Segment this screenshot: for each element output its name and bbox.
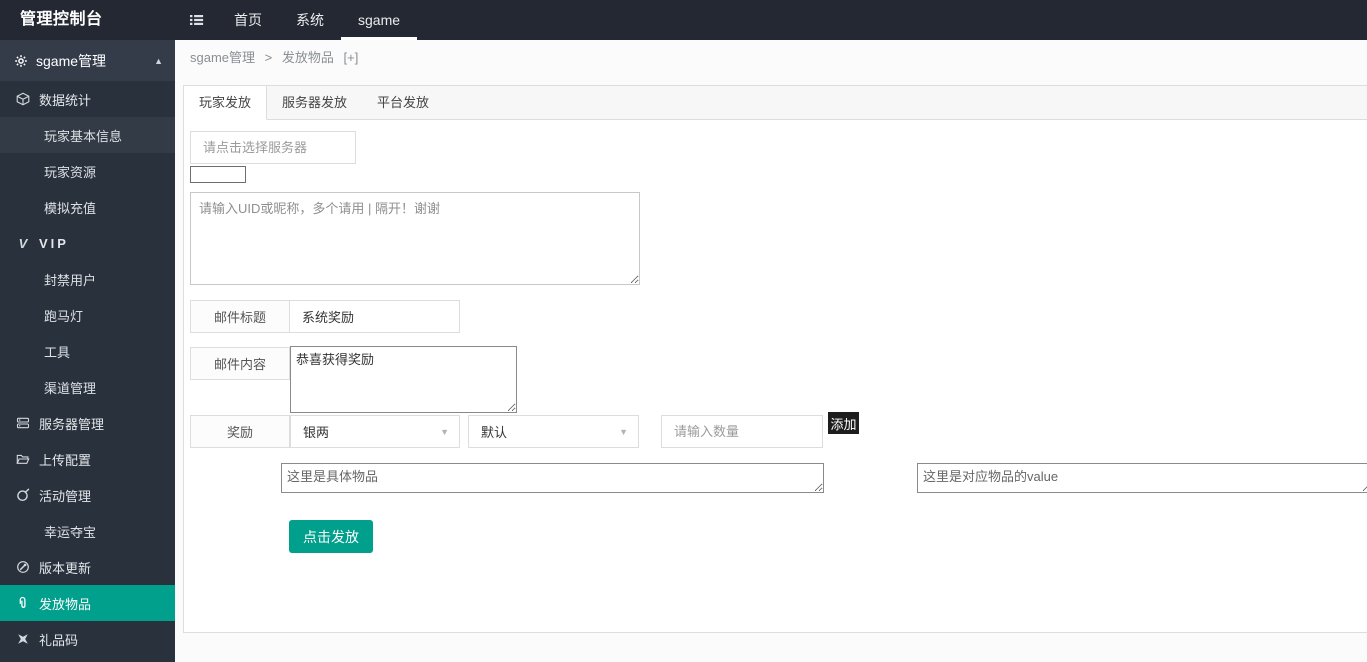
sidebar-toggle-button[interactable] bbox=[175, 0, 217, 40]
sidebar-item-gift-code[interactable]: 礼品码 bbox=[0, 621, 175, 657]
giftcode-icon bbox=[15, 632, 31, 646]
paperclip-icon bbox=[15, 596, 31, 610]
server-icon bbox=[15, 416, 31, 430]
sidebar-item-player-basic-info[interactable]: 玩家基本信息 bbox=[0, 117, 175, 153]
sidebar-item-marquee[interactable]: 跑马灯 bbox=[0, 297, 175, 333]
sidebar-header-sgame-admin[interactable]: sgame管理 ▲ bbox=[0, 40, 175, 81]
sidebar-item-label: 玩家资源 bbox=[44, 164, 97, 180]
uid-textarea[interactable] bbox=[190, 192, 640, 285]
reward-type-selected-value: 银两 bbox=[303, 425, 330, 440]
sidebar-item-lucky-draw[interactable]: 幸运夺宝 bbox=[0, 513, 175, 549]
nav-item-system[interactable]: 系统 bbox=[279, 0, 341, 40]
tab-strip: 玩家发放 服务器发放 平台发放 bbox=[184, 86, 1367, 120]
caret-up-icon: ▲ bbox=[154, 55, 163, 66]
chevron-down-icon: ▼ bbox=[619, 426, 628, 437]
sidebar-item-distribute-items[interactable]: 发放物品 bbox=[0, 585, 175, 621]
aux-small-input[interactable] bbox=[190, 166, 246, 183]
sidebar-item-label: 活动管理 bbox=[39, 488, 92, 504]
topbar: 管理控制台 首页 系统 sgame bbox=[0, 0, 1367, 40]
sidebar-item-label: 服务器管理 bbox=[39, 416, 105, 432]
sidebar-item-label: 幸运夺宝 bbox=[44, 524, 97, 540]
add-button[interactable]: 添加 bbox=[828, 412, 859, 434]
sidebar-item-channel-management[interactable]: 渠道管理 bbox=[0, 369, 175, 405]
reward-subtype-selected-value: 默认 bbox=[481, 425, 508, 440]
sidebar-item-player-resources[interactable]: 玩家资源 bbox=[0, 153, 175, 189]
sidebar-item-vip[interactable]: V VIP bbox=[0, 225, 175, 261]
breadcrumb-parent[interactable]: sgame管理 bbox=[190, 50, 255, 65]
tab-server-distribute[interactable]: 服务器发放 bbox=[267, 86, 362, 119]
sidebar-item-tools[interactable]: 工具 bbox=[0, 333, 175, 369]
reward-type-select[interactable]: 银两 ▼ bbox=[290, 415, 460, 448]
sidebar-item-label: 发放物品 bbox=[39, 596, 92, 612]
sidebar-item-label: 模拟充值 bbox=[44, 200, 97, 216]
sidebar-item-data-stats[interactable]: 数据统计 bbox=[0, 81, 175, 117]
sidebar-item-label: 玩家基本信息 bbox=[44, 128, 123, 144]
sidebar-item-server-management[interactable]: 服务器管理 bbox=[0, 405, 175, 441]
sidebar-item-activity-management[interactable]: 活动管理 bbox=[0, 477, 175, 513]
sidebar: sgame管理 ▲ 数据统计 玩家基本信息 玩家资源 模拟充值 V VIP 封禁… bbox=[0, 40, 175, 662]
tab-player-distribute[interactable]: 玩家发放 bbox=[184, 86, 268, 120]
sidebar-item-label: 数据统计 bbox=[39, 92, 92, 108]
sidebar-item-label: 版本更新 bbox=[39, 560, 92, 576]
chevron-down-icon: ▼ bbox=[440, 426, 449, 437]
sidebar-item-upload-config[interactable]: 上传配置 bbox=[0, 441, 175, 477]
top-navigation: 首页 系统 sgame bbox=[175, 0, 418, 40]
breadcrumb-separator: > bbox=[264, 50, 273, 65]
sidebar-item-label: VIP bbox=[39, 235, 69, 251]
sidebar-item-version-update[interactable]: 版本更新 bbox=[0, 549, 175, 585]
app-title: 管理控制台 bbox=[20, 11, 103, 28]
nav-item-sgame[interactable]: sgame bbox=[341, 0, 418, 40]
sidebar-item-label: 工具 bbox=[44, 344, 71, 360]
quantity-input[interactable] bbox=[661, 415, 823, 448]
admin-console-page: 管理控制台 首页 系统 sgame sgame管理 ▲ 数据统计 玩家基本信息 … bbox=[0, 0, 1367, 662]
stats-icon bbox=[15, 92, 31, 106]
nav-item-home[interactable]: 首页 bbox=[217, 0, 279, 40]
sidebar-header-label: sgame管理 bbox=[36, 52, 107, 69]
email-content-textarea[interactable]: 恭喜获得奖励 bbox=[290, 346, 517, 413]
sidebar-item-mock-recharge[interactable]: 模拟充值 bbox=[0, 189, 175, 225]
submit-distribute-button[interactable]: 点击发放 bbox=[289, 520, 373, 553]
tab-platform-distribute[interactable]: 平台发放 bbox=[362, 86, 444, 119]
sidebar-item-label: 渠道管理 bbox=[44, 380, 97, 396]
breadcrumb: sgame管理 > 发放物品 [+] bbox=[190, 40, 364, 76]
update-icon bbox=[15, 560, 31, 574]
sidebar-item-label: 封禁用户 bbox=[44, 272, 97, 288]
email-content-label: 邮件内容 bbox=[190, 347, 290, 380]
reward-subtype-select[interactable]: 默认 ▼ bbox=[468, 415, 639, 448]
breadcrumb-current: 发放物品 bbox=[281, 50, 334, 65]
vip-icon: V bbox=[18, 235, 28, 251]
activity-icon bbox=[15, 488, 31, 502]
sidebar-item-label: 跑马灯 bbox=[44, 308, 84, 324]
item-detail-textarea[interactable] bbox=[281, 463, 824, 493]
server-select-input[interactable] bbox=[190, 131, 356, 164]
item-value-textarea[interactable] bbox=[917, 463, 1367, 493]
sidebar-item-label: 上传配置 bbox=[39, 452, 92, 468]
breadcrumb-expand[interactable]: [+] bbox=[344, 50, 359, 65]
sidebar-item-label: 礼品码 bbox=[39, 632, 79, 648]
list-icon bbox=[189, 13, 204, 27]
sidebar-item-banned-users[interactable]: 封禁用户 bbox=[0, 261, 175, 297]
gear-icon bbox=[14, 54, 28, 68]
reward-label: 奖励 bbox=[190, 415, 290, 448]
folder-open-icon bbox=[15, 452, 31, 466]
email-title-label: 邮件标题 bbox=[190, 300, 290, 333]
email-title-input[interactable] bbox=[289, 300, 460, 333]
